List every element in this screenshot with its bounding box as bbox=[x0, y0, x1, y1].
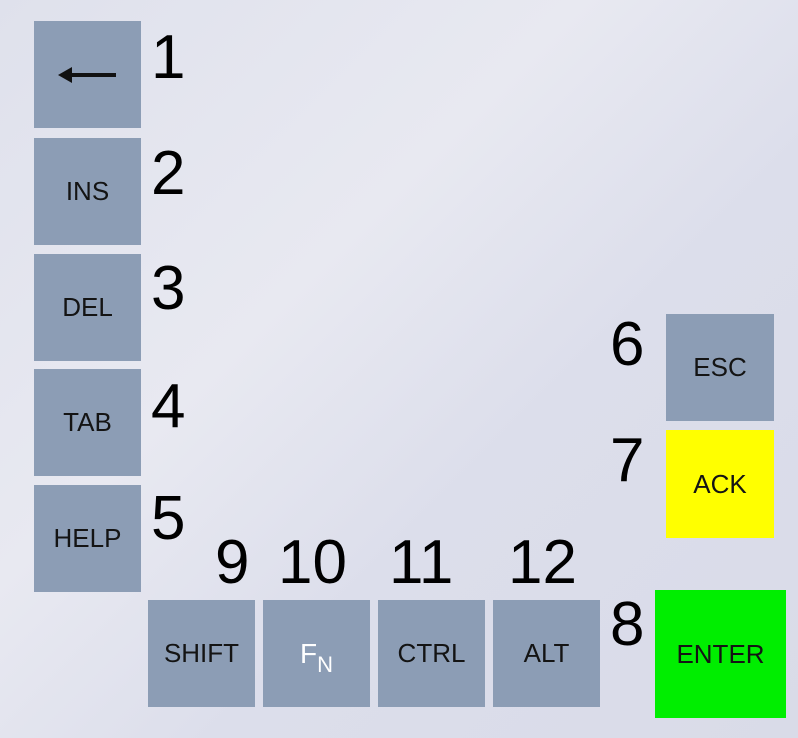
ins-key[interactable]: INS bbox=[34, 138, 141, 245]
fn-key-label-main: F bbox=[300, 637, 318, 669]
shift-key-label: SHIFT bbox=[163, 638, 240, 668]
key-number-10: 10 bbox=[278, 528, 347, 597]
del-key-label: DEL bbox=[62, 292, 113, 322]
key-number-8: 8 bbox=[610, 590, 645, 659]
key-number-11: 11 bbox=[389, 528, 454, 597]
help-key[interactable]: HELP bbox=[34, 485, 141, 592]
left-arrow-icon bbox=[57, 66, 116, 83]
key-number-6: 6 bbox=[610, 310, 645, 379]
ctrl-key[interactable]: CTRL bbox=[378, 600, 485, 707]
enter-key-label: ENTER bbox=[676, 638, 765, 669]
tab-key-label: TAB bbox=[63, 407, 112, 437]
function-keypad-panel: 1 INS 2 DEL 3 TAB 4 HELP 5 6 ESC 7 ACK 8… bbox=[0, 0, 798, 738]
enter-key[interactable]: ENTER bbox=[655, 590, 786, 718]
key-number-7: 7 bbox=[610, 426, 645, 495]
key-number-5: 5 bbox=[151, 484, 186, 553]
alt-key-label: ALT bbox=[523, 638, 570, 668]
del-key[interactable]: DEL bbox=[34, 254, 141, 361]
backspace-key[interactable] bbox=[34, 21, 141, 128]
fn-key-label: FN bbox=[300, 637, 333, 677]
help-key-label: HELP bbox=[53, 523, 122, 553]
key-number-2: 2 bbox=[151, 139, 186, 208]
key-number-4: 4 bbox=[151, 372, 186, 441]
key-number-12: 12 bbox=[508, 528, 577, 597]
ctrl-key-label: CTRL bbox=[397, 638, 466, 668]
esc-key[interactable]: ESC bbox=[666, 314, 774, 421]
esc-key-label: ESC bbox=[693, 352, 747, 382]
shift-key[interactable]: SHIFT bbox=[148, 600, 255, 707]
fn-key-label-sub: N bbox=[317, 651, 333, 677]
tab-key[interactable]: TAB bbox=[34, 369, 141, 476]
key-number-9: 9 bbox=[215, 528, 250, 597]
ack-key-label: ACK bbox=[693, 468, 747, 499]
alt-key[interactable]: ALT bbox=[493, 600, 600, 707]
ins-key-label: INS bbox=[65, 176, 110, 206]
ack-key[interactable]: ACK bbox=[666, 430, 774, 538]
fn-key[interactable]: FN bbox=[263, 600, 370, 707]
key-number-1: 1 bbox=[151, 23, 186, 92]
key-number-3: 3 bbox=[151, 254, 186, 323]
